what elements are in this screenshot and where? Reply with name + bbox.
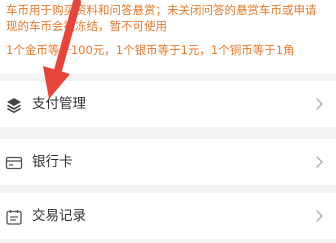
notice-text-line-3: 1个金币等于100元，1个银币等于1元，1个铜币等于1角: [6, 43, 295, 57]
notice-panel: 车币用于购买资料和问答悬赏；未关闭问答的悬赏车币或申请 现的车币会被冻结，暂不可…: [0, 0, 336, 74]
chevron-right-icon: [316, 156, 323, 168]
chevron-right-icon: [316, 98, 323, 110]
menu-item-label: 交易记录: [32, 208, 86, 224]
chevron-right-icon: [316, 210, 323, 222]
bank-card-icon: [5, 156, 23, 170]
notice-text-line-2: 现的车币会被冻结，暂不可使用: [6, 19, 167, 33]
menu-item-transaction-records[interactable]: 交易记录: [0, 193, 336, 239]
menu-item-label: 银行卡: [32, 154, 73, 170]
menu-item-bank-card[interactable]: 银行卡: [0, 139, 336, 185]
layers-icon: [7, 98, 21, 114]
menu-item-payment-management[interactable]: 支付管理: [0, 81, 336, 127]
menu-item-label: 支付管理: [32, 96, 86, 112]
notice-text-line-1: 车币用于购买资料和问答悬赏；未关闭问答的悬赏车币或申请: [6, 3, 317, 17]
calendar-icon: [6, 209, 22, 225]
